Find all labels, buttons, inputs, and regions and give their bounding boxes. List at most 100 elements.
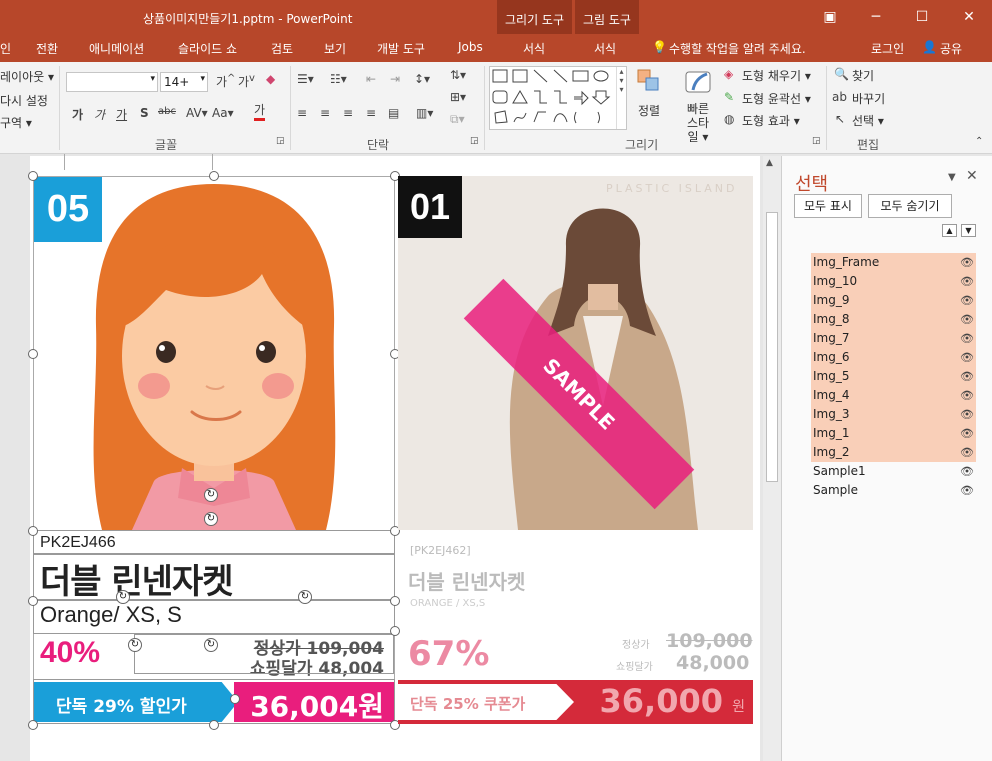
drawing-dialog-launcher-icon[interactable]: ◲ xyxy=(812,136,821,146)
visibility-eye-icon[interactable]: 👁 xyxy=(960,462,974,481)
minimize-button[interactable]: ─ xyxy=(864,6,888,28)
quick-style-button[interactable]: 빠른 스타일 ▾ xyxy=(684,102,712,144)
font-name-combo[interactable]: ▾ xyxy=(66,72,158,92)
font-size-combo[interactable]: 14+ ▾ xyxy=(160,72,208,92)
shape-fill-button[interactable]: 도형 채우기 ▾ xyxy=(742,67,811,84)
visibility-eye-icon[interactable]: 👁 xyxy=(960,253,974,272)
numbering-icon[interactable]: ☷▾ xyxy=(330,72,347,86)
arrange-icon[interactable] xyxy=(633,68,665,98)
scroll-up-icon[interactable]: ▲ xyxy=(766,158,773,168)
visibility-eye-icon[interactable]: 👁 xyxy=(960,272,974,291)
tab-view[interactable]: 보기 xyxy=(324,40,346,57)
pane-options-icon[interactable]: ▼ xyxy=(948,172,956,183)
rotate-handle-icon[interactable]: ↻ xyxy=(116,590,130,604)
tab-developer[interactable]: 개발 도구 xyxy=(377,40,425,57)
change-case-icon[interactable]: Aa▾ xyxy=(212,106,234,120)
resize-handle[interactable] xyxy=(209,171,219,181)
layer-item[interactable]: Img_10 👁 xyxy=(811,272,976,291)
find-button[interactable]: 찾기 xyxy=(852,67,874,84)
line-spacing-icon[interactable]: ↕▾ xyxy=(414,72,430,86)
columns-icon[interactable]: ▥▾ xyxy=(416,106,433,120)
rotate-handle-icon[interactable]: ↻ xyxy=(128,638,142,652)
text-direction-icon[interactable]: ⇅▾ xyxy=(450,68,466,82)
visibility-eye-icon[interactable]: 👁 xyxy=(960,424,974,443)
layer-item[interactable]: Img_8 👁 xyxy=(811,310,976,329)
visibility-eye-icon[interactable]: 👁 xyxy=(960,291,974,310)
tab-picture-format[interactable]: 서식 xyxy=(594,40,616,57)
align-text-icon[interactable]: ⊞▾ xyxy=(450,90,466,104)
reset-button[interactable]: 다시 설정 xyxy=(0,92,48,109)
smartart-icon[interactable]: ⧉▾ xyxy=(450,112,465,127)
login-link[interactable]: 로그인 xyxy=(871,40,904,57)
arrange-button[interactable]: 정렬 xyxy=(638,102,660,119)
layer-item[interactable]: Img_6 👁 xyxy=(811,348,976,367)
visibility-eye-icon[interactable]: 👁 xyxy=(960,481,974,500)
bold-button[interactable]: 가 xyxy=(72,106,83,123)
gallery-scroll[interactable]: ▴ ▾ ▾ xyxy=(616,67,626,129)
replace-button[interactable]: 바꾸기 xyxy=(852,90,885,107)
bring-forward-icon[interactable]: ▲ xyxy=(942,224,957,237)
resize-handle[interactable] xyxy=(230,694,240,704)
resize-handle[interactable] xyxy=(28,526,38,536)
layout-button[interactable]: 레이아웃 ▾ xyxy=(0,68,54,85)
justify-icon[interactable]: ≡ xyxy=(366,106,376,120)
strikethrough-button[interactable]: abc xyxy=(158,106,176,117)
show-all-button[interactable]: 모두 표시 xyxy=(794,194,862,218)
decrease-indent-icon[interactable]: ⇤ xyxy=(366,72,376,86)
tab-transitions[interactable]: 전환 xyxy=(36,40,58,57)
send-backward-icon[interactable]: ▼ xyxy=(961,224,976,237)
resize-handle[interactable] xyxy=(28,171,38,181)
layer-item[interactable]: Img_4 👁 xyxy=(811,386,976,405)
layer-item[interactable]: Sample1 👁 xyxy=(811,462,976,481)
layer-item[interactable]: Img_2 👁 xyxy=(811,443,976,462)
tab-slideshow[interactable]: 슬라이드 쇼 xyxy=(178,40,237,57)
shadow-button[interactable]: S xyxy=(140,106,149,120)
visibility-eye-icon[interactable]: 👁 xyxy=(960,348,974,367)
resize-handle[interactable] xyxy=(209,720,219,730)
visibility-eye-icon[interactable]: 👁 xyxy=(960,386,974,405)
quick-style-icon[interactable] xyxy=(680,66,716,100)
tab-drawing-format[interactable]: 서식 xyxy=(523,40,545,57)
product-image-2[interactable]: 01 PLASTIC ISLAND SAMPLE xyxy=(398,176,753,530)
tab-insert[interactable]: 인 xyxy=(0,40,11,57)
visibility-eye-icon[interactable]: 👁 xyxy=(960,405,974,424)
shape-effect-button[interactable]: 도형 효과 ▾ xyxy=(742,112,800,129)
layer-item[interactable]: Sample 👁 xyxy=(811,481,976,500)
align-center-icon[interactable]: ≡ xyxy=(320,106,330,120)
rotate-handle-icon[interactable]: ↻ xyxy=(204,512,218,526)
layer-item[interactable]: Img_7 👁 xyxy=(811,329,976,348)
visibility-eye-icon[interactable]: 👁 xyxy=(960,310,974,329)
shape-gallery[interactable]: ▴ ▾ ▾ xyxy=(489,66,627,130)
select-button[interactable]: 선택 ▾ xyxy=(852,112,884,129)
scroll-thumb[interactable] xyxy=(766,212,778,482)
rotate-handle-icon[interactable]: ↻ xyxy=(204,488,218,502)
font-color-button[interactable]: 가 xyxy=(254,102,266,121)
rotate-handle-icon[interactable]: ↻ xyxy=(204,638,218,652)
resize-handle[interactable] xyxy=(390,626,400,636)
tab-review[interactable]: 검토 xyxy=(271,40,293,57)
visibility-eye-icon[interactable]: 👁 xyxy=(960,367,974,386)
paragraph-dialog-launcher-icon[interactable]: ◲ xyxy=(470,136,479,146)
grow-font-icon[interactable]: 가^ xyxy=(216,73,235,90)
distribute-icon[interactable]: ▤ xyxy=(388,106,399,120)
italic-button[interactable]: 가 xyxy=(94,106,105,123)
tab-animations[interactable]: 애니메이션 xyxy=(89,40,144,57)
pane-close-icon[interactable]: ✕ xyxy=(966,168,978,184)
visibility-eye-icon[interactable]: 👁 xyxy=(960,443,974,462)
tab-jobs[interactable]: Jobs xyxy=(458,40,483,54)
slide-scrollbar[interactable]: ▲ xyxy=(763,156,781,761)
maximize-button[interactable]: ☐ xyxy=(910,6,934,28)
hide-all-button[interactable]: 모두 숨기기 xyxy=(868,194,952,218)
char-spacing-icon[interactable]: AV▾ xyxy=(186,106,208,120)
visibility-eye-icon[interactable]: 👁 xyxy=(960,329,974,348)
bullets-icon[interactable]: ☰▾ xyxy=(297,72,314,86)
rotate-handle-icon[interactable]: ↻ xyxy=(298,590,312,604)
increase-indent-icon[interactable]: ⇥ xyxy=(390,72,400,86)
layer-item[interactable]: Img_1 👁 xyxy=(811,424,976,443)
layer-item[interactable]: Img_5 👁 xyxy=(811,367,976,386)
resize-handle[interactable] xyxy=(28,720,38,730)
underline-button[interactable]: 가 xyxy=(116,106,127,123)
align-left-icon[interactable]: ≡ xyxy=(297,106,307,120)
resize-handle[interactable] xyxy=(28,596,38,606)
shrink-font-icon[interactable]: 가v xyxy=(238,73,255,90)
